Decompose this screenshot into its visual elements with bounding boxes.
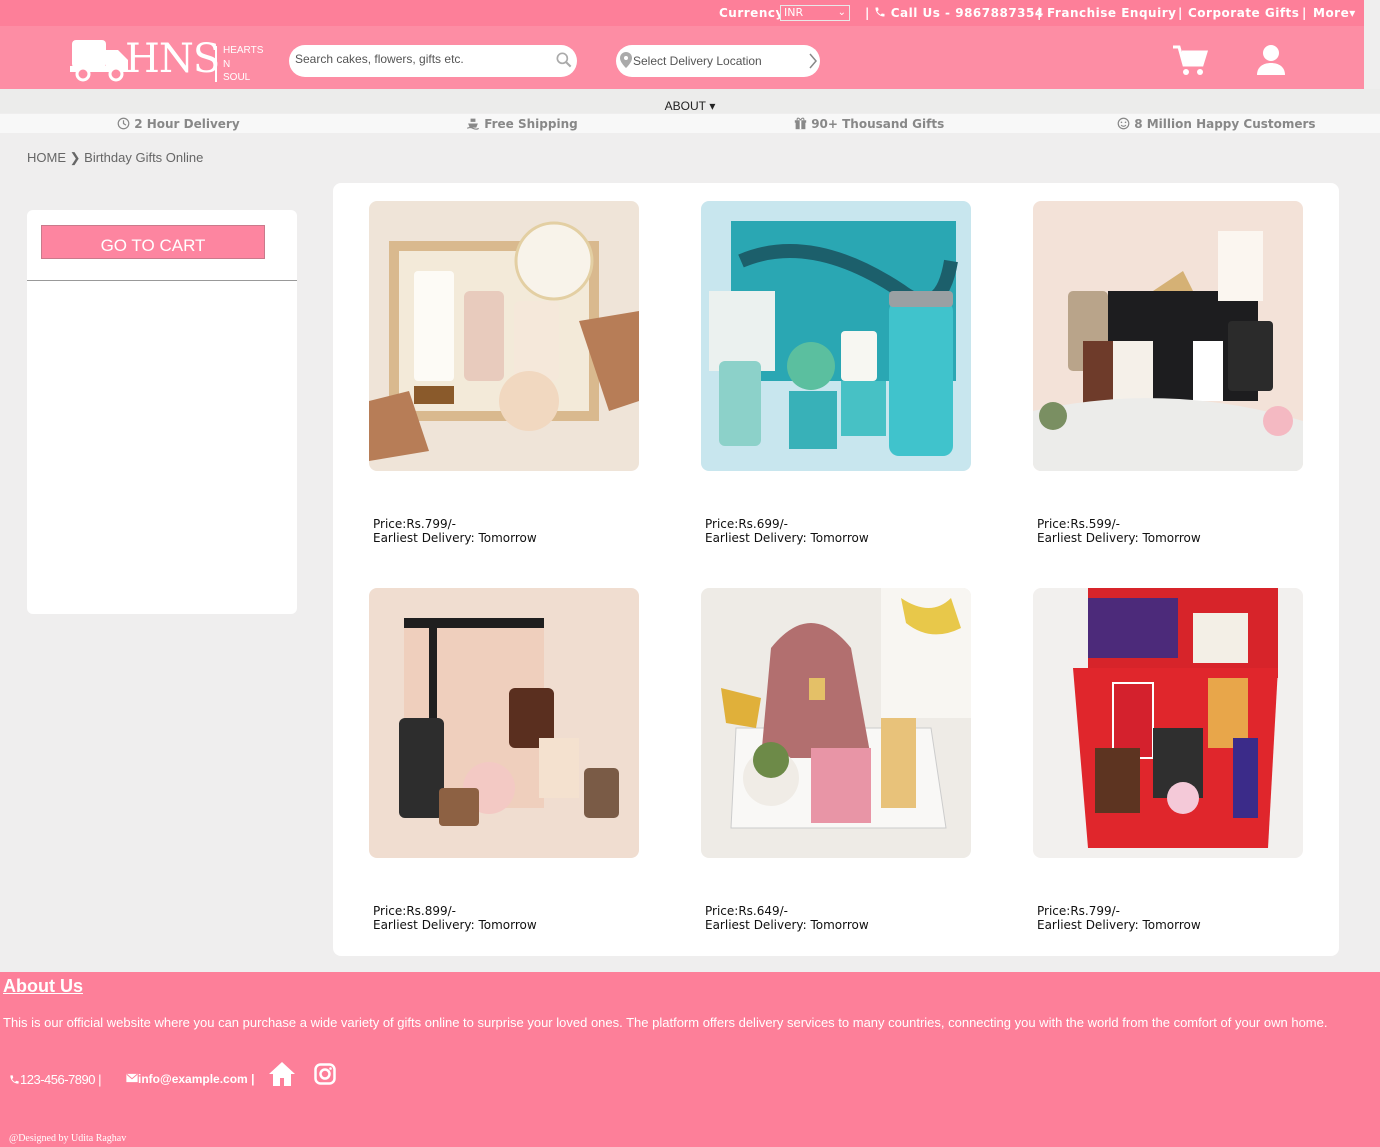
location-placeholder: Select Delivery Location (633, 54, 762, 68)
product-price: Price:Rs.799/- (1037, 904, 1120, 918)
chevron-right-icon: ❯ (69, 150, 81, 165)
feature-free-shipping: Free Shipping (466, 117, 578, 131)
product-image[interactable] (1033, 588, 1303, 858)
designer-credit: @Designed by Udita Raghav (9, 1133, 127, 1144)
footer-title: About Us (3, 976, 83, 996)
divider (27, 280, 297, 281)
footer-phone[interactable]: 123-456-7890 | (9, 1072, 101, 1087)
corporate-gifts-link[interactable]: Corporate Gifts (1188, 6, 1299, 20)
phone-icon (875, 7, 885, 17)
feature-2-hour-delivery: 2 Hour Delivery (117, 117, 240, 131)
top-bar: Currency INR ⌄ | Call Us - 9867887354 | … (0, 0, 1364, 26)
about-label: ABOUT (664, 99, 706, 113)
product-card[interactable]: Price:Rs.599/- Earliest Delivery: Tomorr… (1033, 201, 1303, 545)
product-price: Price:Rs.649/- (705, 904, 788, 918)
product-grid: Price:Rs.799/- Earliest Delivery: Tomorr… (333, 183, 1339, 956)
product-card[interactable]: Price:Rs.799/- Earliest Delivery: Tomorr… (369, 201, 639, 545)
breadcrumb: HOME ❯ Birthday Gifts Online (27, 150, 203, 166)
feature-happy-customers: 8 Million Happy Customers (1117, 117, 1316, 131)
caret-down-icon: ▾ (709, 99, 716, 113)
product-delivery: Earliest Delivery: Tomorrow (1037, 918, 1201, 932)
product-delivery: Earliest Delivery: Tomorrow (373, 531, 537, 545)
sidebar: GO TO CART (27, 210, 297, 614)
product-price: Price:Rs.699/- (705, 517, 788, 531)
separator: | (1037, 6, 1042, 20)
footer: About Us This is our official website wh… (0, 972, 1380, 1147)
product-delivery: Earliest Delivery: Tomorrow (373, 918, 537, 932)
footer-description: This is our official website where you c… (3, 1015, 1328, 1030)
mail-icon (126, 1073, 138, 1083)
phone-icon (10, 1075, 19, 1084)
separator: | (1302, 6, 1307, 20)
features-bar: 2 Hour Delivery Free Shipping 90+ Thousa… (0, 114, 1380, 133)
instagram-icon[interactable] (314, 1063, 336, 1085)
product-image[interactable] (369, 588, 639, 858)
search-input[interactable] (295, 52, 545, 66)
footer-email[interactable]: info@example.com | (126, 1072, 254, 1086)
product-delivery: Earliest Delivery: Tomorrow (1037, 531, 1201, 545)
product-image[interactable] (701, 588, 971, 858)
location-select[interactable]: Select Delivery Location (616, 45, 820, 77)
logo-divider (215, 46, 217, 82)
currency-select[interactable]: INR ⌄ (780, 5, 850, 21)
currency-value: INR (784, 6, 804, 19)
product-image[interactable] (1033, 201, 1303, 471)
clock-icon (117, 117, 130, 130)
breadcrumb-home[interactable]: HOME (27, 150, 66, 165)
product-delivery: Earliest Delivery: Tomorrow (705, 531, 869, 545)
product-price: Price:Rs.899/- (373, 904, 456, 918)
product-card[interactable]: Price:Rs.649/- Earliest Delivery: Tomorr… (701, 588, 971, 932)
logo-text: HNS (125, 36, 220, 82)
separator: | (1178, 6, 1183, 20)
product-image[interactable] (701, 201, 971, 471)
feature-thousand-gifts: 90+ Thousand Gifts (794, 117, 944, 131)
ship-icon (466, 118, 480, 130)
currency-label: Currency (719, 6, 784, 20)
franchise-link[interactable]: Franchise Enquiry (1047, 6, 1176, 20)
product-card[interactable]: Price:Rs.799/- Earliest Delivery: Tomorr… (1033, 588, 1303, 932)
truck-icon (70, 40, 128, 82)
about-nav: ABOUT ▾ (0, 89, 1380, 113)
more-label: More (1313, 6, 1350, 20)
chevron-down-icon: ⌄ (837, 7, 846, 18)
gift-icon (794, 117, 807, 130)
smile-icon (1117, 117, 1130, 130)
breadcrumb-current: Birthday Gifts Online (84, 150, 204, 165)
product-price: Price:Rs.799/- (373, 517, 456, 531)
chevron-right-icon (809, 53, 817, 69)
logo[interactable]: HNS HEARTS N SOUL (70, 36, 270, 84)
product-image[interactable] (369, 201, 639, 471)
call-text: Call Us - 9867887354 (890, 6, 1044, 20)
cart-icon[interactable] (1172, 44, 1208, 78)
product-delivery: Earliest Delivery: Tomorrow (705, 918, 869, 932)
call-link[interactable]: Call Us - 9867887354 (874, 6, 1044, 20)
product-card[interactable]: Price:Rs.699/- Earliest Delivery: Tomorr… (701, 201, 971, 545)
user-icon[interactable] (1256, 44, 1286, 76)
search-icon[interactable] (554, 50, 574, 70)
product-price: Price:Rs.599/- (1037, 517, 1120, 531)
about-menu[interactable]: ABOUT ▾ (665, 94, 716, 113)
caret-down-icon: ▾ (1349, 6, 1356, 20)
more-menu[interactable]: More▾ (1313, 6, 1356, 20)
header: HNS HEARTS N SOUL Select Delivery Locati… (0, 26, 1364, 89)
logo-subtitle: HEARTS N SOUL (223, 45, 264, 83)
search-box (289, 45, 577, 77)
home-icon[interactable] (268, 1061, 296, 1087)
product-card[interactable]: Price:Rs.899/- Earliest Delivery: Tomorr… (369, 588, 639, 932)
go-to-cart-button[interactable]: GO TO CART (41, 225, 265, 259)
separator: | (865, 6, 870, 20)
location-pin-icon (620, 52, 632, 68)
